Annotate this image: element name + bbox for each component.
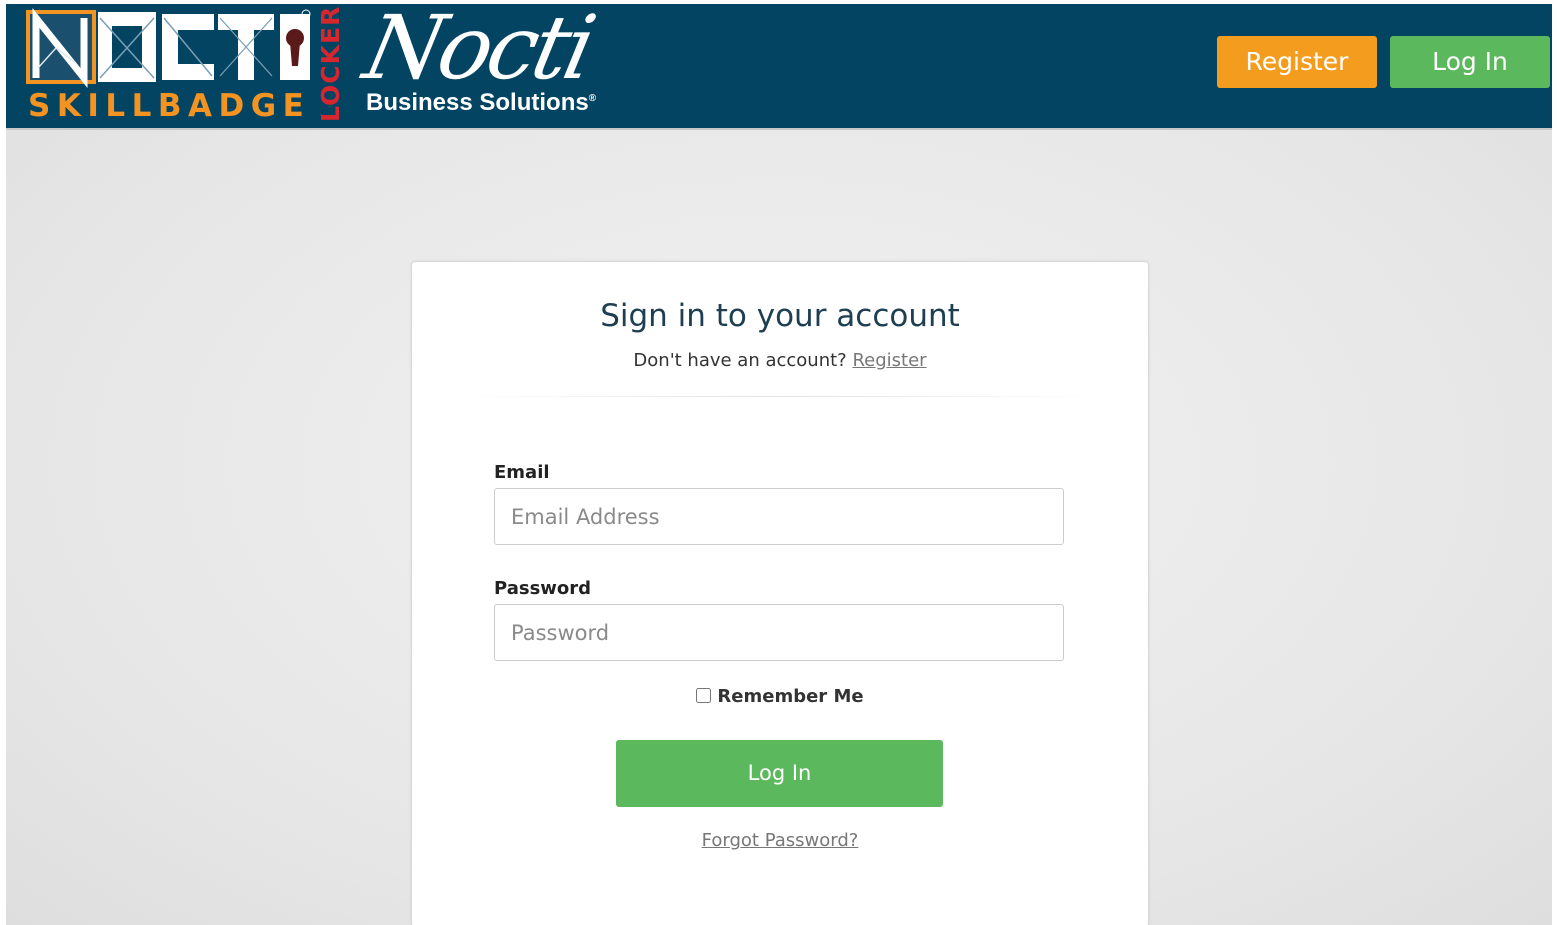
- login-submit-button[interactable]: Log In: [616, 740, 943, 807]
- remember-me-row: Remember Me: [412, 686, 1148, 707]
- nocti-skillbadge-locker-logo[interactable]: SKILLBADGE LOCKER: [26, 5, 348, 124]
- registered-mark: ®: [588, 93, 597, 104]
- password-label: Password: [494, 578, 592, 599]
- forgot-password-link[interactable]: Forgot Password?: [702, 830, 859, 851]
- business-solutions-text: Business Solutions®: [366, 89, 596, 117]
- locker-side-text: LOCKER: [316, 5, 345, 122]
- login-title: Sign in to your account: [600, 298, 960, 334]
- skillbadge-tagline: SKILLBADGE: [28, 88, 311, 124]
- password-input[interactable]: [494, 604, 1064, 661]
- login-card: Sign in to your account Don't have an ac…: [411, 261, 1149, 925]
- remember-me-checkbox[interactable]: [696, 688, 712, 703]
- top-header: SKILLBADGE LOCKER Nocti Business Solutio…: [6, 4, 1552, 128]
- nocti-business-solutions-logo[interactable]: Nocti Business Solutions®: [356, 4, 641, 124]
- nocti-script-wordmark: Nocti: [356, 4, 601, 99]
- remember-me-label: Remember Me: [717, 686, 864, 707]
- card-divider: [456, 396, 1104, 397]
- no-account-text: Don't have an account?: [633, 350, 847, 371]
- no-account-line: Don't have an account? Register: [412, 350, 1148, 371]
- header-login-button[interactable]: Log In: [1390, 36, 1550, 88]
- business-solutions-label: Business Solutions: [366, 89, 589, 116]
- email-label: Email: [494, 462, 550, 483]
- nocti-logo-icon: [26, 8, 311, 88]
- forgot-password-row: Forgot Password?: [412, 830, 1148, 851]
- page-frame: SKILLBADGE LOCKER Nocti Business Solutio…: [6, 4, 1552, 925]
- register-link[interactable]: Register: [852, 350, 926, 371]
- header-divider: [6, 128, 1552, 130]
- header-register-button[interactable]: Register: [1217, 36, 1377, 88]
- email-input[interactable]: [494, 488, 1064, 545]
